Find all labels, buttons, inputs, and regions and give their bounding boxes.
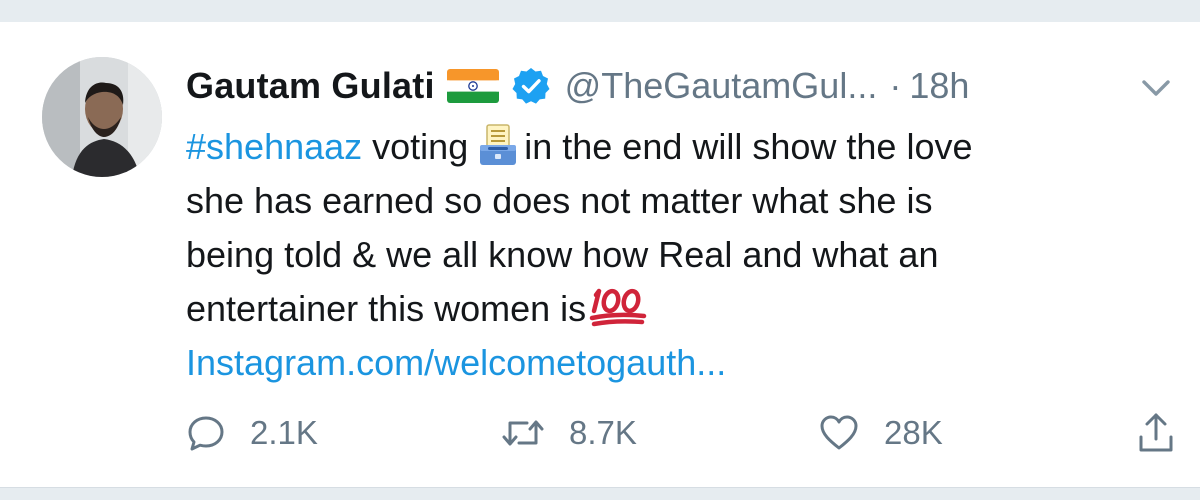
verified-badge-icon: [511, 66, 551, 106]
bottom-background-strip: [0, 488, 1200, 500]
tweet-timestamp[interactable]: 18h: [909, 65, 969, 107]
avatar-photo: [42, 57, 162, 177]
reply-icon: [188, 416, 224, 451]
tweet-text-line: she has earned so does not matter what s…: [186, 180, 933, 221]
retweet-count: 8.7K: [569, 414, 637, 451]
hashtag-link[interactable]: #shehnaaz: [186, 126, 362, 167]
avatar[interactable]: [42, 57, 162, 177]
tweet-text-line: being told & we all know how Real and wh…: [186, 234, 939, 275]
header-separator: ·: [889, 65, 902, 106]
tweet-text-line: entertainer this women is: [186, 282, 1176, 336]
tweet-text-line: #shehnaaz voting in the end will show the…: [186, 120, 1176, 174]
reply-button[interactable]: 2.1K: [186, 408, 318, 458]
retweet-button[interactable]: 8.7K: [501, 408, 637, 458]
external-link[interactable]: Instagram.com/welcometogauth...: [186, 342, 726, 383]
like-count: 28K: [884, 414, 943, 451]
tweet-text-line: Instagram.com/welcometogauth...: [186, 336, 1176, 390]
hundred-points-icon: [586, 285, 652, 327]
like-button[interactable]: 28K: [818, 408, 943, 458]
tweet-text-fragment: entertainer this women is: [186, 288, 587, 329]
author-display-name[interactable]: Gautam Gulati: [186, 65, 435, 107]
author-handle[interactable]: @TheGautamGul...: [565, 65, 878, 107]
chevron-down-icon[interactable]: [1136, 68, 1176, 108]
tweet-header: Gautam Gulati @TheGautamGul... · 18h: [186, 64, 969, 108]
india-flag-icon: [446, 69, 499, 103]
tweet-text-fragment: in the end will show the love: [524, 126, 973, 167]
retweet-icon: [502, 420, 544, 446]
top-background-strip: [0, 0, 1200, 22]
reply-count: 2.1K: [250, 414, 318, 451]
ballot-box-icon: [478, 123, 518, 167]
share-icon: [1139, 413, 1173, 452]
share-button[interactable]: [1136, 408, 1176, 458]
heart-icon: [820, 415, 858, 450]
tweet-actions-bar: 2.1K 8.7K 28K: [186, 408, 1176, 458]
tweet-text: #shehnaaz voting in the end will show the…: [186, 120, 1176, 390]
tweet-text-fragment: voting: [362, 126, 469, 167]
